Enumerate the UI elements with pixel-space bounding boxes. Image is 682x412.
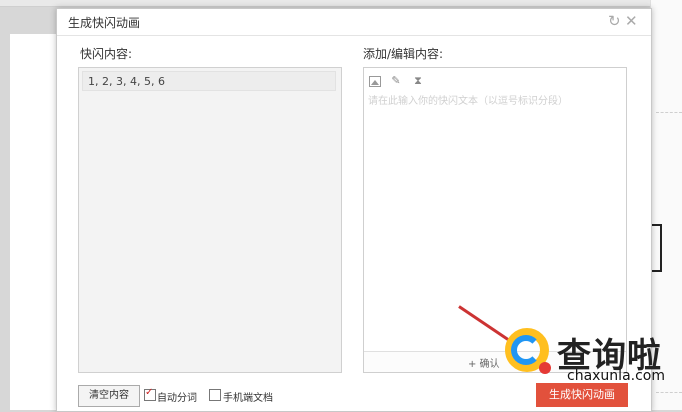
flash-content-list: 1, 2, 3, 4, 5, 6 [78,67,342,373]
margin-guide [656,112,682,113]
mobile-doc-label[interactable]: 手机端文档 [223,389,273,404]
image-icon[interactable] [369,76,381,87]
clear-content-button[interactable]: 清空内容 [78,385,140,407]
editor-toolbar-strip [0,0,682,7]
hourglass-icon[interactable]: ⧗ [412,75,424,87]
refresh-icon[interactable]: ↻ [608,12,621,30]
flash-content-label: 快闪内容: [80,47,133,61]
auto-split-checkbox[interactable] [144,387,156,401]
mobile-doc-checkbox[interactable] [209,389,221,401]
dialog-title: 生成快闪动画 [68,16,141,30]
confirm-add-button[interactable]: + 确认 [468,355,500,370]
auto-split-label[interactable]: 自动分词 [157,389,197,404]
logo-dot [539,362,551,374]
title-divider [57,35,651,36]
pen-icon[interactable]: ✎ [390,75,402,87]
document-glyph [652,224,662,272]
watermark-subtitle: chaxunla.com [567,368,665,384]
list-item[interactable]: 1, 2, 3, 4, 5, 6 [82,71,336,91]
watermark-logo: 查询啦 chaxunla.com [505,322,675,402]
close-icon[interactable]: ✕ [625,12,638,30]
edit-content-label: 添加/编辑内容: [363,47,444,61]
logo-ring-inner [511,335,541,365]
text-input-placeholder[interactable]: 请在此输入你的快闪文本（以逗号标识分段） [368,92,618,107]
